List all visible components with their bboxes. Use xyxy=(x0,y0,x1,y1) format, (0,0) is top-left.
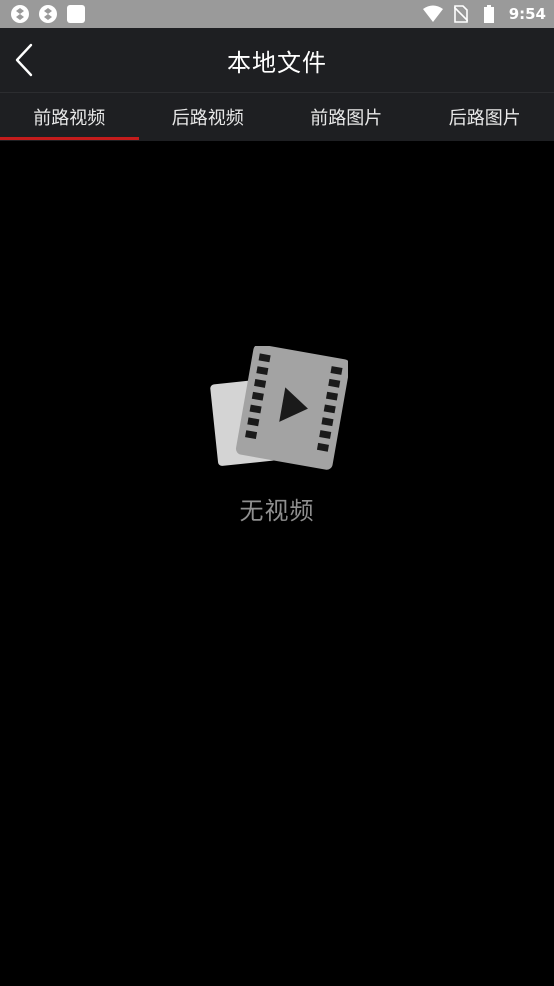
tab-rear-video[interactable]: 后路视频 xyxy=(139,93,278,141)
square-notification-icon xyxy=(66,4,86,24)
app-notification-icon xyxy=(38,4,58,24)
tab-bar: 前路视频 后路视频 前路图片 后路图片 xyxy=(0,93,554,141)
no-sim-icon xyxy=(451,4,471,24)
status-time: 9:54 xyxy=(508,5,546,23)
empty-state-message: 无视频 xyxy=(239,497,315,525)
status-bar: 9:54 xyxy=(0,0,554,28)
page-title: 本地文件 xyxy=(227,48,327,77)
battery-icon xyxy=(479,4,499,24)
app-bar: 本地文件 xyxy=(0,28,554,93)
video-list-area: 无视频 xyxy=(0,141,554,986)
tab-front-image[interactable]: 前路图片 xyxy=(277,93,416,141)
tab-front-video[interactable]: 前路视频 xyxy=(0,93,139,141)
app-notification-icon xyxy=(10,4,30,24)
film-video-icon xyxy=(210,346,348,470)
status-system: 9:54 xyxy=(422,4,546,24)
tab-rear-image[interactable]: 后路图片 xyxy=(416,93,554,141)
status-notifications xyxy=(10,4,86,24)
wifi-icon xyxy=(422,4,443,24)
